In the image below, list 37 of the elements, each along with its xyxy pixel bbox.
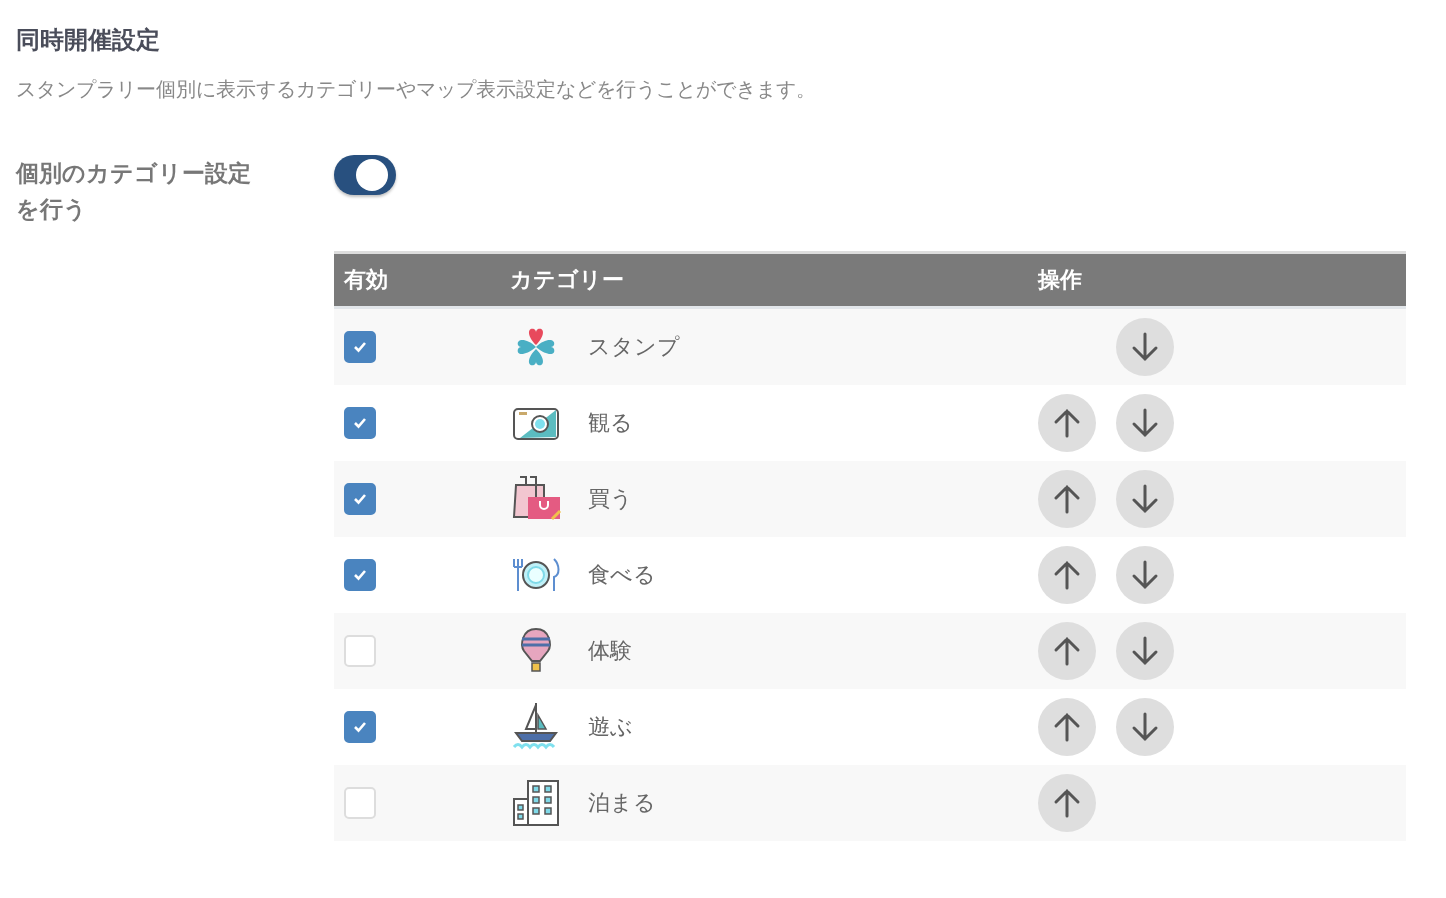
section-description: スタンプラリー個別に表示するカテゴリーやマップ表示設定などを行うことができます。	[16, 76, 817, 103]
check-icon	[353, 417, 367, 429]
column-header: 有効	[334, 252, 500, 308]
category-name: 食べる	[588, 561, 656, 589]
check-icon	[353, 341, 367, 353]
checkbox[interactable]	[344, 483, 376, 515]
up-arrow-icon	[1053, 636, 1081, 666]
check-icon	[353, 493, 367, 505]
category-name: スタンプ	[588, 333, 680, 361]
down-arrow-icon	[1131, 712, 1159, 742]
down-arrow-icon	[1131, 408, 1159, 438]
up-arrow-icon	[1053, 484, 1081, 514]
check-icon	[353, 569, 367, 581]
column-header: カテゴリー	[500, 252, 1028, 308]
setting-label: 個別のカテゴリー設定を行う	[16, 159, 252, 224]
column-header: 操作	[1028, 252, 1406, 308]
up-arrow-icon	[1053, 712, 1081, 742]
category-name: 買う	[588, 485, 633, 513]
check-icon	[353, 721, 367, 733]
down-arrow-icon	[1131, 332, 1159, 362]
category-name: 観る	[588, 409, 633, 437]
down-arrow-icon	[1131, 636, 1159, 666]
building-icon	[510, 777, 562, 829]
category-name: 泊まる	[588, 789, 656, 817]
down-arrow-icon	[1131, 484, 1159, 514]
category-name: 体験	[588, 637, 632, 665]
up-arrow-icon	[1053, 560, 1081, 590]
checkbox[interactable]	[344, 711, 376, 743]
down-arrow-icon	[1131, 560, 1159, 590]
section-title: 同時開催設定	[16, 25, 161, 56]
up-arrow-icon	[1053, 788, 1081, 818]
checkbox[interactable]	[344, 407, 376, 439]
up-arrow-icon	[1053, 408, 1081, 438]
checkbox[interactable]	[344, 559, 376, 591]
checkbox[interactable]	[344, 331, 376, 363]
toggle-switch[interactable]	[334, 155, 396, 195]
category-name: 遊ぶ	[588, 713, 633, 741]
